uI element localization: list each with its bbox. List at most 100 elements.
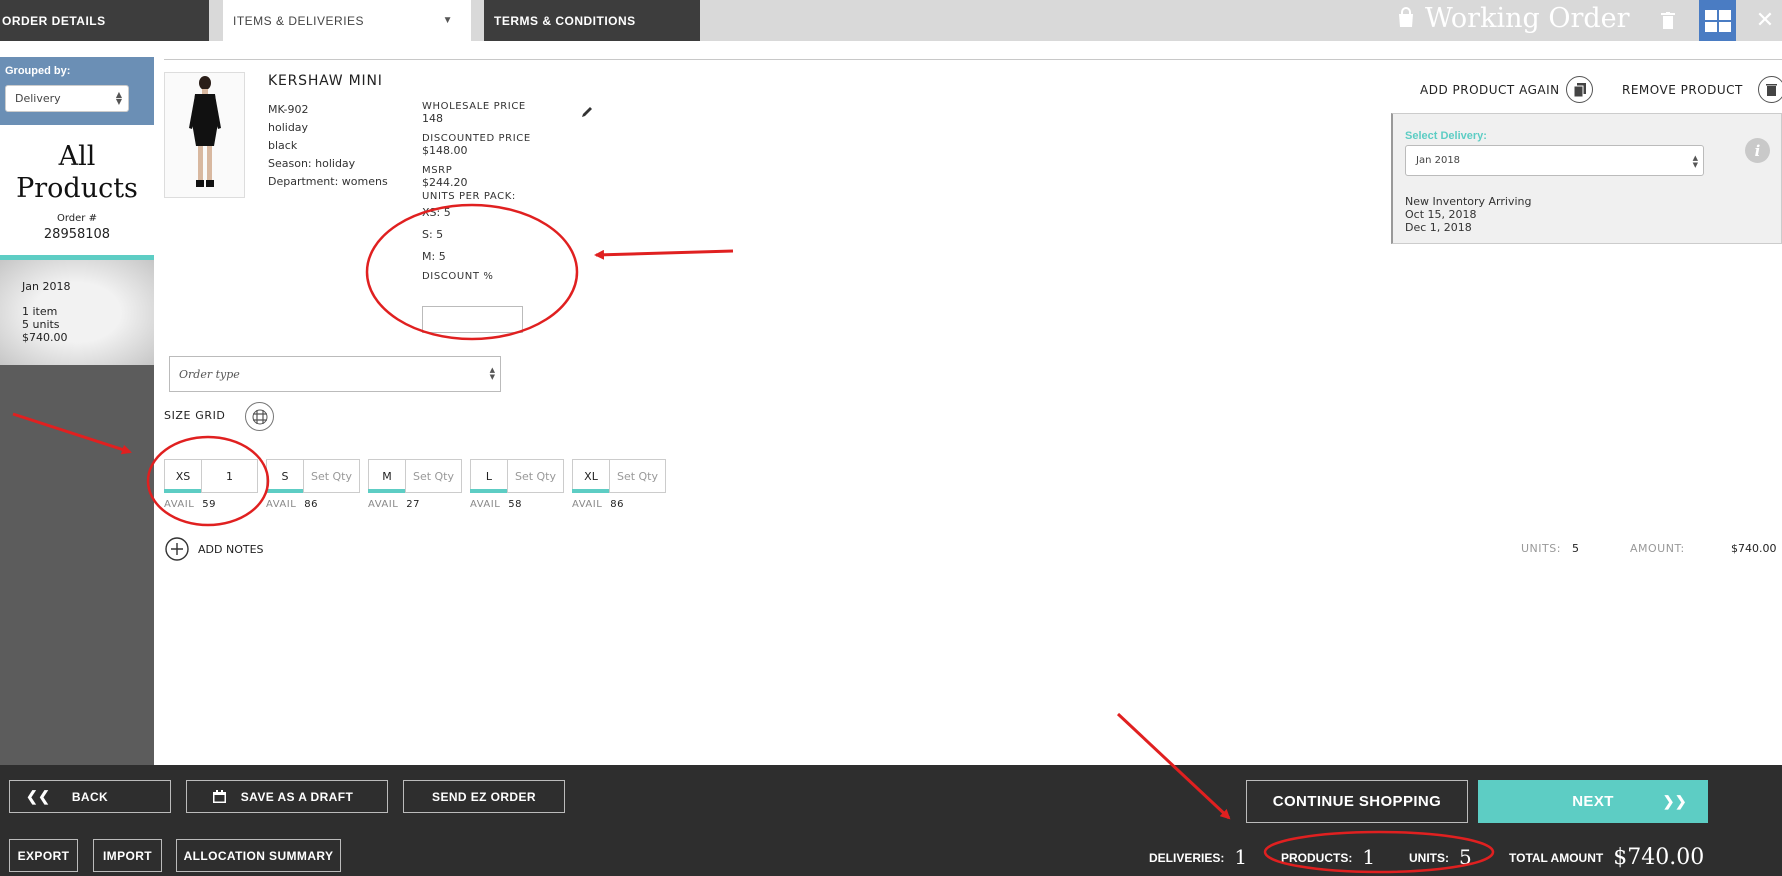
- copy-product-button[interactable]: [1566, 76, 1593, 103]
- order-number-label: Order #: [57, 213, 97, 224]
- discount-input[interactable]: [422, 306, 523, 333]
- units-value: 5: [1459, 845, 1472, 869]
- total-amount-stat: TOTAL AMOUNT $740.00: [1509, 845, 1704, 870]
- product-name: KERSHAW MINI: [268, 73, 383, 89]
- units-label: UNITS:: [1409, 851, 1449, 865]
- double-chevron-right-icon: ❯❯: [1662, 793, 1687, 809]
- allocation-summary-button[interactable]: ALLOCATION SUMMARY: [176, 839, 341, 872]
- product-image[interactable]: [164, 72, 245, 198]
- size-qty-l[interactable]: L Set Qty: [470, 459, 564, 493]
- line-units-label: UNITS:: [1521, 542, 1561, 555]
- dress-figure-icon: [189, 76, 221, 187]
- chevron-down-icon: ▼: [442, 15, 453, 26]
- tab-items-deliveries[interactable]: ITEMS & DELIVERIES ▼: [223, 0, 471, 41]
- msrp-price: $244.20: [422, 176, 468, 189]
- grid-view-icon: [1704, 9, 1731, 32]
- avail-m: AVAIL 27: [368, 499, 420, 510]
- tab-order-details[interactable]: ORDER DETAILS: [0, 0, 209, 41]
- size-qty-s[interactable]: S Set Qty: [266, 459, 360, 493]
- pack-xs: XS: 5: [422, 206, 451, 219]
- product-color: black: [268, 139, 298, 152]
- size-label: XL: [572, 460, 610, 493]
- back-button[interactable]: ❮❮ BACK: [9, 780, 171, 813]
- select-arrows-icon: ▲ ▼: [1692, 154, 1698, 169]
- qty-input[interactable]: 1: [202, 460, 257, 492]
- copy-icon: [1573, 82, 1586, 97]
- continue-shopping-button[interactable]: CONTINUE SHOPPING: [1246, 780, 1468, 823]
- units-per-pack-label: UNITS PER PACK:: [422, 191, 516, 202]
- annotation-arrow: [594, 249, 734, 260]
- inventory-date: Dec 1, 2018: [1405, 221, 1472, 234]
- products-value: 1: [1362, 845, 1376, 869]
- select-arrows-icon: ▲ ▼: [489, 366, 495, 381]
- size-qty-xl[interactable]: XL Set Qty: [572, 459, 666, 493]
- avail-value: 86: [610, 499, 624, 510]
- group-by-value: Delivery: [15, 92, 61, 105]
- delivery-panel: Select Delivery: Jan 2018 ▲ ▼ New Invento…: [1391, 113, 1782, 244]
- plus-circle-icon: [165, 537, 189, 561]
- sidebar-delivery-item[interactable]: Jan 2018 1 item 5 units $740.00: [0, 260, 154, 365]
- deliveries-label: DELIVERIES:: [1149, 851, 1225, 865]
- product-sku: MK-902: [268, 103, 309, 116]
- avail-label: AVAIL: [572, 499, 603, 510]
- add-product-again-button[interactable]: ADD PRODUCT AGAIN: [1420, 83, 1560, 97]
- qty-input[interactable]: Set Qty: [610, 460, 665, 492]
- pricing-block: WHOLESALE PRICE 148 DISCOUNTED PRICE $14…: [422, 101, 531, 282]
- delete-order-button[interactable]: [1650, 0, 1686, 41]
- avail-label: AVAIL: [164, 499, 195, 510]
- qty-input[interactable]: Set Qty: [508, 460, 563, 492]
- grid-view-button[interactable]: [1699, 0, 1736, 41]
- send-ez-label: SEND EZ ORDER: [432, 789, 536, 804]
- import-button[interactable]: IMPORT: [93, 839, 162, 872]
- close-button[interactable]: ✕: [1748, 0, 1782, 41]
- order-type-placeholder: Order type: [179, 368, 240, 381]
- delivery-select[interactable]: Jan 2018 ▲ ▼: [1405, 145, 1704, 176]
- group-by-panel: Grouped by: Delivery ▲ ▼: [0, 57, 154, 125]
- pencil-icon: [582, 107, 592, 117]
- group-by-select[interactable]: Delivery ▲ ▼: [5, 85, 129, 112]
- send-ez-order-button[interactable]: SEND EZ ORDER: [403, 780, 565, 813]
- all-products-title-2: Products: [16, 173, 138, 204]
- save-draft-button[interactable]: SAVE AS A DRAFT: [186, 780, 388, 813]
- top-tab-bar: ORDER DETAILS ITEMS & DELIVERIES ▼ TERMS …: [0, 0, 1782, 41]
- delivery-amount: $740.00: [22, 331, 68, 344]
- bag-icon: [1399, 7, 1413, 27]
- next-label: NEXT: [1572, 793, 1614, 810]
- add-notes-label: ADD NOTES: [198, 542, 264, 556]
- wholesale-price: 148: [422, 112, 443, 125]
- all-products-panel[interactable]: All Products Order # 28958108: [0, 125, 154, 255]
- grid-icon: [252, 409, 267, 424]
- avail-xs: AVAIL 59: [164, 499, 216, 510]
- qty-input[interactable]: Set Qty: [304, 460, 359, 492]
- inventory-label: New Inventory Arriving: [1405, 195, 1532, 208]
- export-button[interactable]: EXPORT: [9, 839, 78, 872]
- tab-terms-conditions[interactable]: TERMS & CONDITIONS: [484, 0, 700, 41]
- size-grid-button[interactable]: [245, 402, 274, 431]
- msrp-label: MSRP: [422, 165, 453, 176]
- back-label: BACK: [71, 789, 109, 804]
- remove-product-button[interactable]: REMOVE PRODUCT: [1622, 83, 1743, 97]
- info-icon[interactable]: i: [1745, 138, 1770, 163]
- working-order-title: Working Order: [1395, 0, 1630, 36]
- avail-value: 58: [508, 499, 522, 510]
- discount-label: DISCOUNT %: [422, 271, 494, 282]
- divider: [164, 59, 1782, 60]
- product-season: Season: holiday: [268, 157, 356, 170]
- allocation-label: ALLOCATION SUMMARY: [183, 848, 334, 863]
- trash-icon: [1661, 11, 1675, 29]
- all-products-title: All: [58, 141, 96, 172]
- discounted-price-label: DISCOUNTED PRICE: [422, 133, 531, 144]
- size-label: M: [368, 460, 406, 493]
- products-label: PRODUCTS:: [1281, 851, 1353, 865]
- next-button[interactable]: NEXT ❯❯: [1478, 780, 1708, 823]
- edit-price-button[interactable]: [580, 104, 594, 123]
- select-delivery-label: Select Delivery:: [1405, 130, 1487, 142]
- size-grid-label: SIZE GRID: [164, 409, 226, 422]
- order-type-select[interactable]: Order type ▲ ▼: [169, 356, 501, 392]
- add-notes-button[interactable]: ADD NOTES: [165, 537, 264, 561]
- qty-input[interactable]: Set Qty: [406, 460, 461, 492]
- size-qty-m[interactable]: M Set Qty: [368, 459, 462, 493]
- size-qty-xs[interactable]: XS 1: [164, 459, 258, 493]
- remove-product-icon-button[interactable]: [1758, 76, 1782, 103]
- working-order-label: Working Order: [1425, 2, 1630, 34]
